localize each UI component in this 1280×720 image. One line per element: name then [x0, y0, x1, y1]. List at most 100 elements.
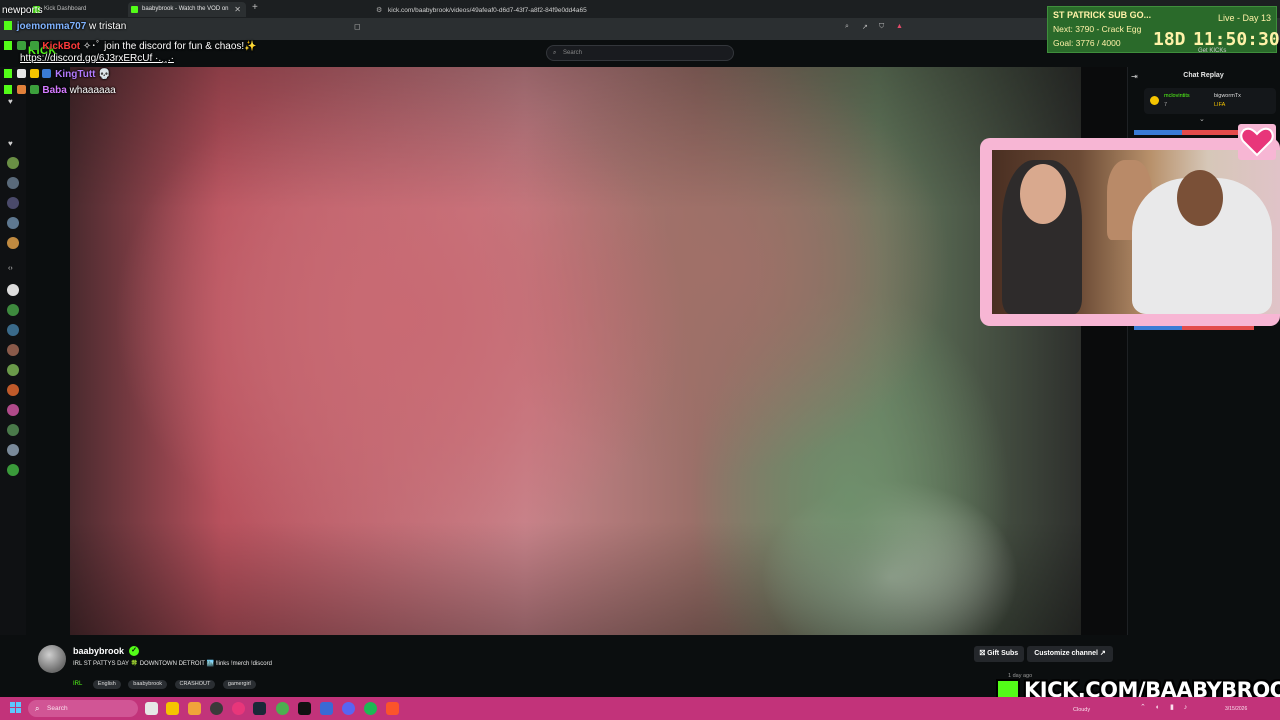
overlay-chat-link: https://discord.gg/6J3rxERcUf ·.¸¸.· — [20, 53, 174, 64]
overlay-chat-text: ✧･ﾟ join the discord for fun & chaos!✨ — [82, 41, 257, 52]
channel-avatar[interactable] — [7, 177, 19, 189]
chat-message — [1134, 130, 1254, 135]
channel-avatar[interactable] — [7, 344, 19, 356]
channel-avatar[interactable] — [7, 384, 19, 396]
channel-avatar[interactable] — [7, 364, 19, 376]
tiktok-icon[interactable] — [298, 702, 311, 715]
channel-avatar[interactable] — [7, 324, 19, 336]
heart-icon[interactable]: ♥ — [8, 139, 13, 148]
site-info-icon[interactable]: ⚙ — [376, 4, 382, 18]
subathon-live-day: Live - Day 13 — [1217, 13, 1271, 23]
kick-badge-icon — [4, 85, 12, 94]
gifter-note: LIFA — [1214, 102, 1226, 108]
overlay-chat-message: KickBot ✧･ﾟ join the discord for fun & c… — [4, 37, 257, 52]
spotify-icon[interactable] — [364, 702, 377, 715]
search-input[interactable]: ⌕ Search — [546, 45, 734, 61]
crown-badge-icon — [29, 69, 39, 78]
subathon-timer-overlay: ST PATRICK SUB GO... Live - Day 13 Next:… — [1047, 6, 1280, 53]
channel-avatar[interactable] — [7, 197, 19, 209]
search-placeholder: Search — [563, 50, 583, 56]
chevron-down-icon[interactable]: ⌄ — [1199, 115, 1205, 123]
sub-badge-icon — [16, 41, 26, 50]
taskbar-date[interactable]: 3/15/2026 — [1225, 706, 1247, 712]
channel-avatar[interactable] — [7, 237, 19, 249]
overlay-chat-user: Baba — [42, 85, 67, 96]
webcam-face — [1020, 164, 1066, 224]
gifter-count: 7 — [1164, 102, 1168, 108]
overlay-chat-text: whaaaaaa — [69, 85, 116, 96]
zoom-icon[interactable]: ⌕ — [845, 23, 849, 31]
settings-icon[interactable] — [210, 702, 223, 715]
pixel-heart-icon — [1238, 124, 1276, 160]
overlay-chat-message: KingTutt 💀 — [4, 69, 111, 83]
channel-avatar[interactable] — [7, 404, 19, 416]
tab-label: Kick Dashboard — [44, 6, 87, 12]
brave-browser-icon[interactable] — [386, 702, 399, 715]
tag-chip[interactable]: English — [92, 679, 121, 689]
tab-vod[interactable]: baabybrook - Watch the VOD on ✕ — [128, 2, 246, 17]
folder-icon[interactable] — [188, 702, 201, 715]
overlay-chat-text: w tristan — [89, 21, 127, 32]
channel-name[interactable]: baabybrook — [73, 646, 124, 656]
app-icon[interactable] — [232, 702, 245, 715]
badge-icon — [16, 85, 26, 94]
app-icon[interactable] — [320, 702, 333, 715]
kick-badge-icon — [4, 69, 12, 78]
steam-icon[interactable] — [253, 702, 266, 715]
system-tray-icons[interactable]: ⌃ ◐ ▮ ♪ — [1140, 703, 1191, 711]
subathon-next-goal: Next: 3790 - Crack Egg — [1053, 24, 1142, 34]
taskbar-search-placeholder: Search — [47, 705, 68, 712]
gift-subs-button[interactable]: ⛝ Gift Subs — [974, 646, 1024, 662]
overlay-chat-user: joemomma707 — [16, 21, 87, 32]
channel-avatar[interactable] — [7, 424, 19, 436]
gifter-name[interactable]: mclovintits — [1164, 93, 1190, 99]
video-shade — [70, 67, 1081, 635]
bookmark-icon[interactable]: ◻ — [354, 22, 361, 31]
windows-start-icon[interactable] — [10, 702, 22, 714]
category-link[interactable]: IRL — [73, 681, 82, 687]
url-text: kick.com/baabybrook/videos/49afeaf0-d6d7… — [388, 7, 587, 14]
channel-avatar[interactable] — [7, 444, 19, 456]
channel-avatar[interactable] — [7, 217, 19, 229]
overlay-chat-text: 💀 — [98, 69, 111, 80]
gifter-name[interactable]: bigwormTx — [1214, 93, 1241, 99]
weather-text[interactable]: Cloudy — [1073, 707, 1090, 713]
rewards-icon[interactable]: ▲ — [896, 23, 903, 30]
tab-label: baabybrook - Watch the VOD on — [142, 6, 229, 12]
overlay-chat-message: https://discord.gg/6J3rxERcUf ·.¸¸.· — [20, 53, 174, 67]
search-icon: ⌕ — [35, 704, 40, 713]
pinned-gifters: mclovintits 7 bigwormTx LIFA — [1144, 88, 1276, 114]
get-kicks-button[interactable]: Get KICKs — [1198, 48, 1226, 54]
webcam-feed — [992, 150, 1280, 314]
subathon-goal-progress: Goal: 3776 / 4000 — [1053, 38, 1121, 48]
channel-avatar[interactable] — [38, 645, 66, 673]
file-explorer-icon[interactable] — [166, 702, 179, 715]
tag-chip[interactable]: baabybrook — [128, 679, 168, 689]
channel-avatar[interactable] — [7, 284, 19, 296]
customize-channel-button[interactable]: Customize channel ↗ — [1027, 646, 1113, 662]
expand-icon[interactable]: ‹› — [8, 265, 13, 272]
webcam-face — [1177, 170, 1223, 226]
subathon-days: 18D — [1153, 29, 1186, 50]
shield-icon[interactable]: ⛉ — [879, 23, 884, 31]
task-view-icon[interactable] — [145, 702, 158, 715]
channel-avatar[interactable] — [7, 464, 19, 476]
close-tab-icon[interactable]: ✕ — [234, 2, 241, 17]
url-field[interactable]: ⚙ kick.com/baabybrook/videos/49afeaf0-d6… — [370, 4, 910, 18]
tag-chip[interactable]: CRASHOUT — [174, 679, 216, 689]
badge-icon — [16, 69, 26, 78]
taskbar-search-input[interactable]: ⌕ Search — [28, 700, 138, 717]
channel-avatar[interactable] — [7, 157, 19, 169]
video-player[interactable] — [70, 67, 1081, 635]
new-tab-icon[interactable]: + — [252, 2, 258, 13]
xbox-icon[interactable] — [276, 702, 289, 715]
tag-chip[interactable]: gamergirl — [222, 679, 256, 689]
overlay-header: newports — [2, 5, 43, 16]
kick-favicon-icon — [131, 6, 138, 13]
share-icon[interactable]: ↗ — [862, 23, 868, 31]
channel-avatar[interactable] — [7, 304, 19, 316]
discord-icon[interactable] — [342, 702, 355, 715]
kick-badge-icon — [4, 21, 12, 30]
tab-kick-dashboard[interactable]: Kick Dashboard — [30, 2, 125, 17]
overlay-chat-user: KingTutt — [55, 69, 96, 80]
